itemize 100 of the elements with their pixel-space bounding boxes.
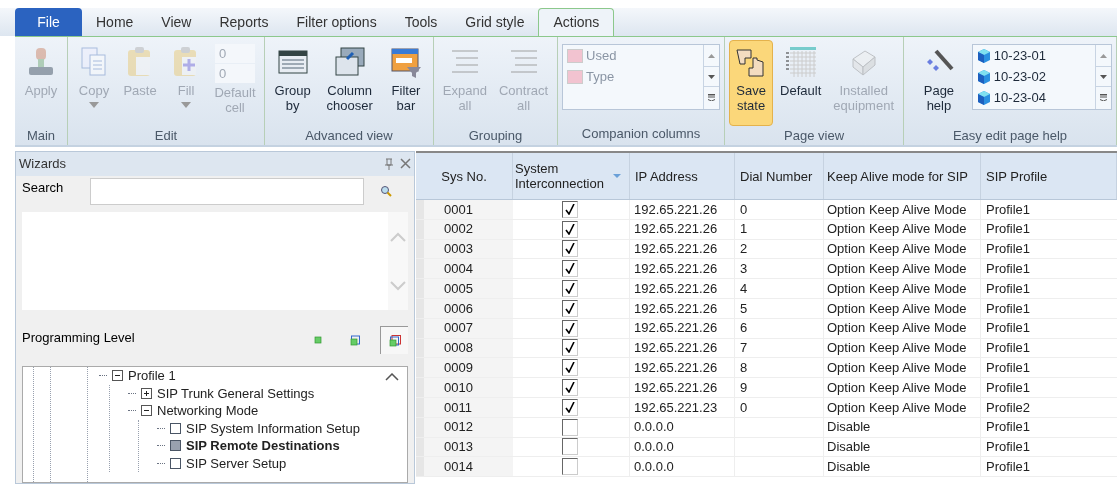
group-label: Grouping	[467, 127, 524, 145]
table-cell: 0005	[416, 279, 513, 298]
table-cell: 192.65.221.26	[630, 378, 735, 397]
column-header[interactable]: Keep Alive mode for SIP	[824, 153, 981, 199]
checkbox[interactable]	[562, 339, 578, 357]
table-cell-text: 7	[740, 339, 748, 358]
column-header[interactable]: SIP Profile	[981, 153, 1117, 199]
column-header[interactable]: Sys No.	[416, 153, 513, 199]
ribbon-tab[interactable]: Home	[82, 8, 148, 36]
tree-item[interactable]: SIP System Information Setup	[186, 421, 360, 435]
table-cell-text: Profile1	[985, 220, 1032, 239]
cube-icon	[976, 89, 991, 106]
table-cell: 192.65.221.26	[630, 200, 735, 219]
checkbox[interactable]	[562, 240, 578, 258]
collapse-icon[interactable]	[141, 405, 152, 417]
checkbox[interactable]	[562, 319, 578, 337]
column-icon	[567, 48, 584, 63]
table-cell-text: 6	[740, 319, 748, 338]
expand-icon[interactable]	[141, 387, 152, 399]
table-cell-text: 3	[740, 260, 748, 279]
checkbox[interactable]	[562, 398, 578, 416]
table-cell: Disable	[824, 417, 981, 437]
checkbox[interactable]	[562, 438, 578, 456]
check-icon	[565, 322, 575, 334]
ribbon-button[interactable]: Save state	[729, 40, 774, 126]
table-cell-text: 8	[740, 359, 748, 378]
table-cell-text: 2	[740, 240, 748, 259]
column-header[interactable]: Dial Number	[735, 153, 824, 199]
search-field[interactable]	[90, 178, 364, 205]
ribbon-tab[interactable]: Reports	[205, 8, 283, 36]
checkbox[interactable]	[562, 418, 578, 436]
pin-icon[interactable]	[384, 158, 394, 170]
table-cell: Option Keep Alive Mode	[824, 239, 981, 259]
ribbon-button[interactable]: Default	[775, 40, 827, 126]
ribbon-tab[interactable]: Grid style	[451, 8, 539, 36]
table-cell: 192.65.221.26	[630, 259, 735, 279]
table-cell-text: 0	[740, 200, 748, 219]
ribbon-button[interactable]: Column chooser	[318, 40, 382, 126]
ribbon-tab[interactable]: Tools	[390, 8, 452, 36]
checkbox[interactable]	[562, 200, 578, 218]
gallery-list[interactable]: 10-23-01 10-23-02 10-23-04	[971, 44, 1112, 110]
ribbon-button[interactable]: Filter bar	[383, 40, 429, 126]
filter-icon	[389, 45, 423, 79]
tree-item[interactable]: SIP Server Setup	[186, 456, 287, 470]
gallery-more-icon[interactable]	[1100, 94, 1107, 101]
table-cell: Option Keep Alive Mode	[824, 358, 981, 378]
table-cell: 192.65.221.26	[630, 239, 735, 259]
grid-icon	[783, 45, 818, 79]
table-cell: Option Keep Alive Mode	[824, 397, 981, 417]
checkbox[interactable]	[562, 280, 578, 298]
table-cell-text: Profile1	[985, 359, 1032, 378]
check-icon	[565, 203, 575, 215]
file-tab[interactable]: File	[15, 8, 82, 36]
table-cell-text: Profile1	[985, 418, 1032, 437]
collapse-icon[interactable]	[112, 370, 123, 382]
table-cell-text: Profile1	[985, 260, 1032, 279]
checkbox[interactable]	[562, 260, 578, 278]
table-cell: 0004	[416, 259, 513, 279]
group-label: Page view	[783, 127, 846, 145]
gallery-item[interactable]: 10-23-01	[993, 45, 1046, 66]
table-cell-text: Profile1	[985, 319, 1032, 338]
table-cell-text: Profile1	[985, 299, 1032, 318]
column-header[interactable]: IP Address	[630, 153, 735, 199]
scroll-down-icon[interactable]	[1100, 74, 1107, 79]
checkbox[interactable]	[562, 379, 578, 397]
table-cell: Option Keep Alive Mode	[824, 279, 981, 298]
ribbon-tab[interactable]: Actions	[538, 8, 615, 36]
table-cell: 0009	[416, 358, 513, 378]
checkbox[interactable]	[562, 299, 578, 317]
gallery-item[interactable]: 10-23-04	[993, 87, 1046, 108]
ribbon-tab[interactable]: Filter options	[282, 8, 391, 36]
gallery-item[interactable]: 10-23-02	[993, 66, 1046, 87]
ribbon-tab[interactable]: View	[147, 8, 206, 36]
checkbox[interactable]	[562, 458, 578, 476]
checkbox[interactable]	[562, 220, 578, 238]
tree-item[interactable]: Networking Mode	[157, 404, 259, 418]
column-header[interactable]: System Interconnection	[513, 153, 630, 199]
ribbon-button[interactable]: Page help	[908, 40, 970, 126]
tree-item[interactable]: SIP Remote Destinations	[186, 439, 340, 453]
column-chooser-icon	[332, 45, 367, 79]
table-cell: 0.0.0.0	[630, 417, 735, 437]
table-cell-text: Profile1	[985, 458, 1032, 476]
table-cell-text: Profile1	[985, 240, 1032, 259]
search-icon[interactable]	[380, 185, 392, 197]
scroll-down-icon[interactable]	[708, 74, 716, 79]
checkbox[interactable]	[562, 359, 578, 377]
field-label: Default cell	[213, 85, 257, 115]
tree-item[interactable]: SIP Trunk General Settings	[157, 386, 315, 400]
ribbon-button[interactable]: Group by	[269, 40, 317, 126]
table-cell: 0001	[416, 200, 513, 219]
close-icon[interactable]	[400, 158, 411, 169]
cube-icon	[976, 68, 991, 85]
group-label: Advanced view	[304, 127, 394, 145]
level-button[interactable]	[380, 326, 408, 354]
level-icon	[312, 334, 324, 346]
check-icon	[565, 362, 575, 374]
scroll-up-icon[interactable]	[385, 373, 399, 381]
tree-item[interactable]: Profile 1	[128, 369, 176, 383]
table-cell: 0.0.0.0	[630, 437, 735, 457]
table-cell: 192.65.221.26	[630, 318, 735, 338]
